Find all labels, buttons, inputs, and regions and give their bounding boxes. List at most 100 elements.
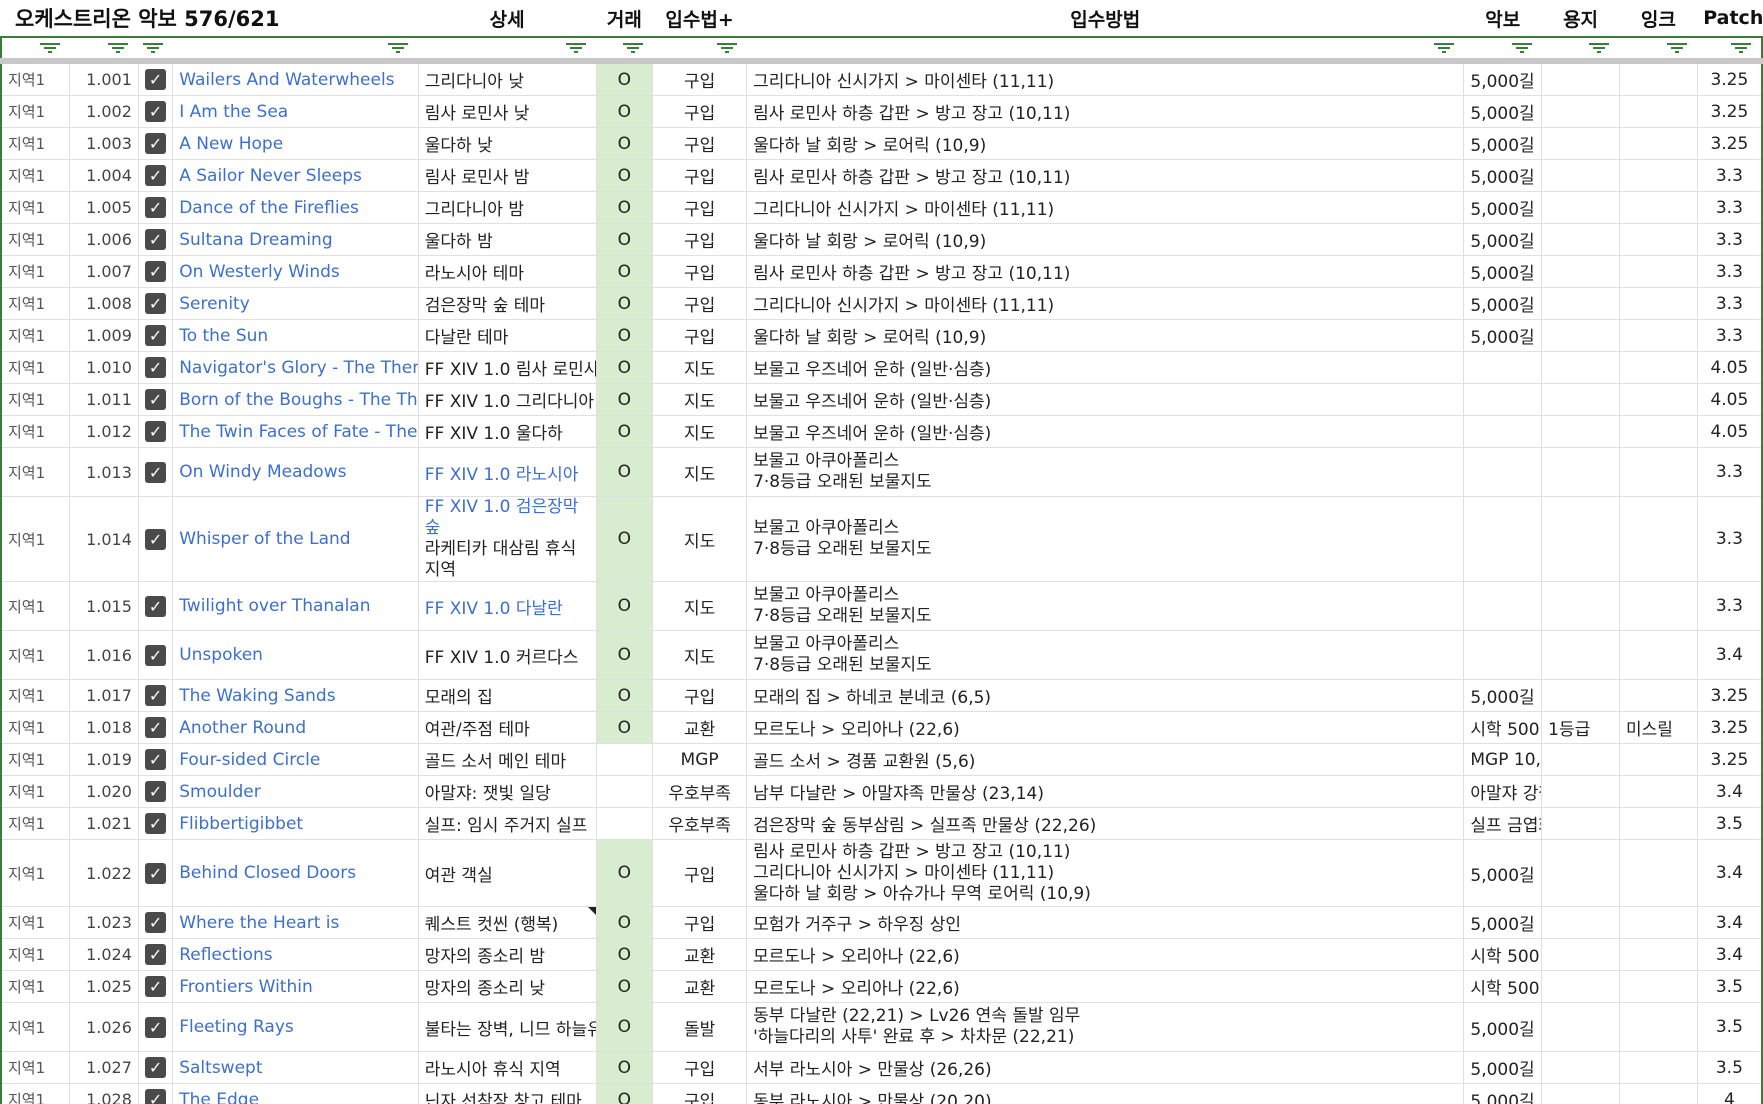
trade-cell[interactable]: O	[596, 711, 654, 744]
title-cell[interactable]: I Am the Sea	[172, 95, 419, 128]
score-cell[interactable]: 5,000길	[1463, 95, 1543, 128]
number-cell[interactable]: 1.028	[69, 1083, 139, 1104]
score-cell[interactable]: 실프 금엽화 3	[1463, 807, 1543, 840]
patch-cell[interactable]: 3.4	[1697, 775, 1763, 808]
number-cell[interactable]: 1.018	[69, 711, 139, 744]
region-cell[interactable]: 지역1	[0, 1002, 71, 1052]
title-cell[interactable]: Where the Heart is	[172, 906, 419, 939]
filter-icon[interactable]	[1589, 39, 1610, 53]
paper-cell[interactable]	[1541, 775, 1620, 808]
method-cell[interactable]: 구입	[652, 191, 748, 224]
ink-cell[interactable]	[1619, 1083, 1698, 1104]
checkbox-cell[interactable]: ✓	[138, 127, 174, 160]
trade-cell[interactable]: O	[596, 319, 654, 352]
filter-icon[interactable]	[142, 39, 163, 53]
patch-cell[interactable]: 3.3	[1697, 159, 1763, 192]
patch-cell[interactable]: 3.3	[1697, 255, 1763, 288]
filter-icon[interactable]	[388, 39, 409, 53]
score-cell[interactable]: 시학 500	[1463, 711, 1543, 744]
checkbox-icon[interactable]: ✓	[145, 69, 167, 90]
checkbox-icon[interactable]: ✓	[145, 1057, 167, 1078]
col-header-patch[interactable]: Patch	[1697, 0, 1762, 37]
checkbox-icon[interactable]: ✓	[145, 944, 167, 965]
number-cell[interactable]: 1.019	[69, 743, 139, 776]
number-cell[interactable]: 1.022	[69, 839, 139, 907]
how-to-cell[interactable]: 울다하 날 회랑 > 로어릭 (10,9)	[746, 223, 1465, 256]
number-cell[interactable]: 1.013	[69, 447, 139, 497]
trade-cell[interactable]: O	[596, 1083, 654, 1104]
how-to-cell[interactable]: 모르도나 > 오리아나 (22,6)	[746, 970, 1465, 1003]
paper-cell[interactable]	[1541, 807, 1620, 840]
method-cell[interactable]: 지도	[652, 351, 748, 384]
score-cell[interactable]: 시학 500	[1463, 970, 1543, 1003]
checkbox-cell[interactable]: ✓	[138, 159, 174, 192]
trade-cell[interactable]: O	[596, 223, 654, 256]
how-to-cell[interactable]: 그리다니아 신시가지 > 마이센타 (11,11)	[746, 61, 1465, 96]
detail-cell[interactable]: 실프: 임시 주거지 실프	[418, 807, 597, 840]
method-cell[interactable]: 구입	[652, 95, 748, 128]
title-cell[interactable]: The Waking Sands	[172, 679, 419, 712]
number-cell[interactable]: 1.009	[69, 319, 139, 352]
trade-cell[interactable]: O	[596, 906, 654, 939]
method-cell[interactable]: 구입	[652, 61, 748, 96]
ink-cell[interactable]	[1619, 191, 1698, 224]
checkbox-cell[interactable]: ✓	[138, 496, 174, 582]
region-cell[interactable]: 지역1	[0, 319, 71, 352]
trade-cell[interactable]: O	[596, 1002, 654, 1052]
checkbox-cell[interactable]: ✓	[138, 415, 174, 448]
title-cell[interactable]: Reflections	[172, 938, 419, 971]
how-to-cell[interactable]: 울다하 날 회랑 > 로어릭 (10,9)	[746, 319, 1465, 352]
how-to-cell[interactable]: 보물고 아쿠아폴리스 7·8등급 오래된 보물지도	[746, 581, 1465, 631]
checkbox-icon[interactable]: ✓	[145, 976, 167, 997]
ink-cell[interactable]	[1619, 630, 1698, 680]
paper-cell[interactable]	[1541, 1083, 1620, 1104]
how-to-cell[interactable]: 보물고 아쿠아폴리스 7·8등급 오래된 보물지도	[746, 496, 1465, 582]
checkbox-icon[interactable]: ✓	[145, 165, 167, 186]
region-cell[interactable]: 지역1	[0, 970, 71, 1003]
ink-cell[interactable]	[1619, 970, 1698, 1003]
patch-cell[interactable]: 4	[1697, 1083, 1763, 1104]
paper-cell[interactable]	[1541, 255, 1620, 288]
filter-icon[interactable]	[622, 39, 643, 53]
patch-cell[interactable]: 3.4	[1697, 938, 1763, 971]
detail-cell[interactable]: 림사 로민사 밤	[418, 159, 597, 192]
trade-cell[interactable]: O	[596, 970, 654, 1003]
checkbox-icon[interactable]: ✓	[145, 862, 167, 884]
detail-cell[interactable]: 라노시아 휴식 지역	[418, 1051, 597, 1084]
score-cell[interactable]: 5,000길	[1463, 127, 1543, 160]
patch-cell[interactable]: 3.4	[1697, 906, 1763, 939]
method-cell[interactable]: 구입	[652, 679, 748, 712]
title-cell[interactable]: The Edge	[172, 1083, 419, 1104]
checkbox-cell[interactable]: ✓	[138, 743, 174, 776]
region-cell[interactable]: 지역1	[0, 95, 71, 128]
checkbox-cell[interactable]: ✓	[138, 95, 174, 128]
number-cell[interactable]: 1.002	[69, 95, 139, 128]
patch-cell[interactable]: 4.05	[1697, 383, 1763, 416]
number-cell[interactable]: 1.021	[69, 807, 139, 840]
method-cell[interactable]: 교환	[652, 970, 748, 1003]
paper-cell[interactable]	[1541, 679, 1620, 712]
paper-cell[interactable]	[1541, 1051, 1620, 1084]
detail-cell[interactable]: 불타는 장벽, 니므 하늘유적	[418, 1002, 597, 1052]
patch-cell[interactable]: 3.25	[1697, 743, 1763, 776]
patch-cell[interactable]: 3.4	[1697, 630, 1763, 680]
trade-cell[interactable]: O	[596, 159, 654, 192]
number-cell[interactable]: 1.025	[69, 970, 139, 1003]
number-cell[interactable]: 1.027	[69, 1051, 139, 1084]
region-cell[interactable]: 지역1	[0, 351, 71, 384]
title-cell[interactable]: Serenity	[172, 287, 419, 320]
patch-cell[interactable]: 3.3	[1697, 191, 1763, 224]
paper-cell[interactable]	[1541, 383, 1620, 416]
trade-cell[interactable]: O	[596, 383, 654, 416]
patch-cell[interactable]: 4.05	[1697, 351, 1763, 384]
checkbox-icon[interactable]: ✓	[145, 813, 167, 834]
paper-cell[interactable]	[1541, 159, 1620, 192]
checkbox-cell[interactable]: ✓	[138, 630, 174, 680]
trade-cell[interactable]: O	[596, 351, 654, 384]
title-cell[interactable]: Navigator's Glory - The Theme	[172, 351, 419, 384]
paper-cell[interactable]	[1541, 1002, 1620, 1052]
patch-cell[interactable]: 3.5	[1697, 1002, 1763, 1052]
method-cell[interactable]: 지도	[652, 496, 748, 582]
how-to-cell[interactable]: 그리다니아 신시가지 > 마이센타 (11,11)	[746, 287, 1465, 320]
ink-cell[interactable]	[1619, 775, 1698, 808]
